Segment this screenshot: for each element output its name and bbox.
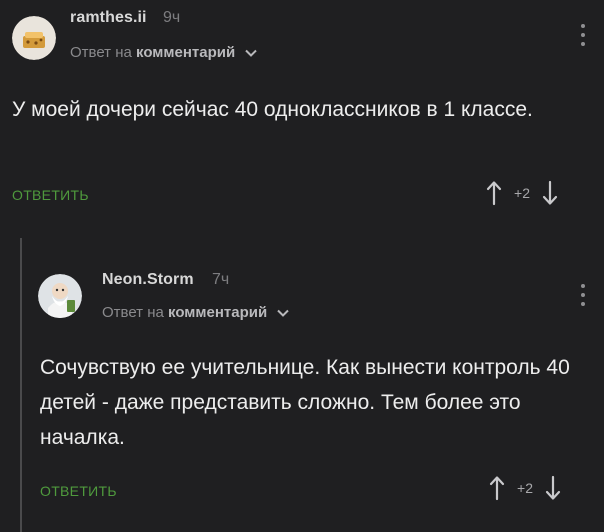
vote-controls: +2: [489, 475, 561, 501]
comment: ramthes.ii 9ч Ответ на комментарий У мое…: [0, 0, 604, 238]
reply-button[interactable]: ОТВЕТИТЬ: [40, 483, 117, 499]
timestamp: 9ч: [163, 9, 181, 26]
comment: Neon.Storm 7ч Ответ на комментарий Сочув…: [22, 238, 604, 532]
reply-prefix: Ответ на: [102, 304, 164, 321]
arrow-up-icon[interactable]: [486, 180, 502, 206]
rating-count: +2: [517, 480, 533, 496]
reply-prefix: Ответ на: [70, 44, 132, 61]
username[interactable]: ramthes.ii: [70, 9, 147, 27]
arrow-down-icon[interactable]: [545, 475, 561, 501]
avatar[interactable]: [12, 16, 56, 60]
arrow-down-icon[interactable]: [542, 180, 558, 206]
reply-to-line[interactable]: Ответ на комментарий: [70, 44, 258, 61]
username[interactable]: Neon.Storm: [102, 271, 194, 289]
arrow-up-icon[interactable]: [489, 475, 505, 501]
more-vertical-icon[interactable]: [580, 24, 586, 46]
rating-count: +2: [514, 185, 530, 201]
chevron-down-icon[interactable]: [277, 309, 290, 317]
reply-target[interactable]: комментарий: [168, 304, 267, 321]
more-vertical-icon[interactable]: [580, 284, 586, 306]
reply-target[interactable]: комментарий: [136, 44, 235, 61]
reply-button[interactable]: ОТВЕТИТЬ: [12, 187, 89, 203]
chevron-down-icon[interactable]: [245, 49, 258, 57]
avatar[interactable]: [38, 274, 82, 318]
comment-text: У моей дочери сейчас 40 одноклассников в…: [12, 98, 533, 121]
comment-text: Сочувствую ее учительнице. Как вынести к…: [40, 356, 570, 449]
timestamp: 7ч: [212, 271, 230, 288]
vote-controls: +2: [486, 180, 558, 206]
reply-to-line[interactable]: Ответ на комментарий: [102, 304, 290, 321]
